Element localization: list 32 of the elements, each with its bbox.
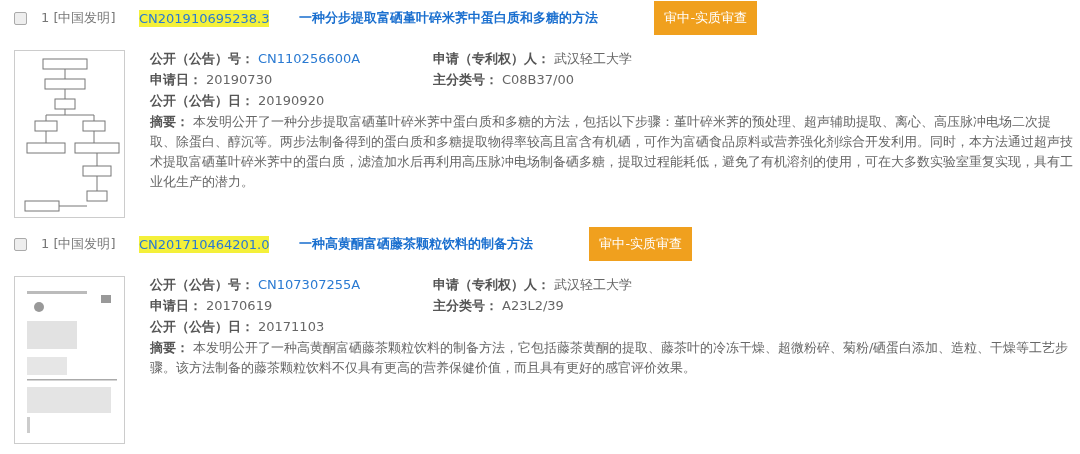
field-label: 申请日： [150,72,202,87]
field-value: 20170619 [206,298,273,313]
checkbox[interactable] [14,237,27,251]
publication-number-link[interactable]: CN110256600A [258,51,361,66]
field-label: 申请（专利权）人： [433,51,550,66]
result-index: 1 [中国发明] [41,9,117,27]
patent-title-link[interactable]: 一种分步提取富硒堇叶碎米荠中蛋白质和多糖的方法 [299,9,599,27]
field-label: 公开（公告）日： [150,93,254,108]
field-label: 申请日： [150,298,202,313]
field-value: A23L2/39 [502,298,564,313]
status-badge: 审中-实质审查 [589,227,693,261]
status-badge: 审中-实质审查 [654,1,758,35]
field-label: 申请（专利权）人： [433,277,550,292]
field-label: 公开（公告）日： [150,319,254,334]
field-value: 20171103 [258,319,325,334]
field-value: 武汉轻工大学 [554,51,632,66]
field-label: 主分类号： [433,72,498,87]
application-number[interactable]: CN201910695238.3 [139,9,270,27]
application-number[interactable]: CN201710464201.0 [139,235,270,253]
field-label: 主分类号： [433,298,498,313]
publication-number-link[interactable]: CN107307255A [258,277,361,292]
field-value: C08B37/00 [502,72,574,87]
checkbox[interactable] [14,11,27,25]
abstract-text: 摘要： 本发明公开了一种分步提取富硒堇叶碎米荠中蛋白质和多糖的方法，包括以下步骤：堇叶碎米荠的预处理、超声辅助提取、离心、高压脉冲电场二次提取、除蛋白、醇沉等。两步法制备得到的蛋白质和多糖提取物得率较高且富含有机硒，可作为富硒食品原料或营养强化剂综合开发利用。同时，本方法通过超声技术提取富硒堇叶碎米荠中的蛋白质，滤渣加水后再利用高压脉冲电场制备硒多糖，提取过程能耗低，避免了有机溶剂的使用，可在大多数实验室重复实现，具有工业化生产的潜力。 [150,113,1074,191]
abstract-text: 摘要： 本发明公开了一种高黄酮富硒藤茶颗粒饮料的制备方法，它包括藤茶黄酮的提取、藤茶叶的冷冻干燥、超微粉碎、菊粉/硒蛋白添加、造粒、干燥等工艺步骤。该方法制备的藤茶颗粒饮料不仅具有更高的营养保健价值，而且具有更好的感官评价效果。 [150,339,1070,377]
field-label: 公开（公告）号： [150,51,254,66]
field-value: 武汉轻工大学 [554,277,632,292]
field-value: 20190730 [206,72,273,87]
result-index: 1 [中国发明] [41,235,117,253]
field-value: 20190920 [258,93,325,108]
field-label: 公开（公告）号： [150,277,254,292]
patent-title-link[interactable]: 一种高黄酮富硒藤茶颗粒饮料的制备方法 [299,235,534,253]
